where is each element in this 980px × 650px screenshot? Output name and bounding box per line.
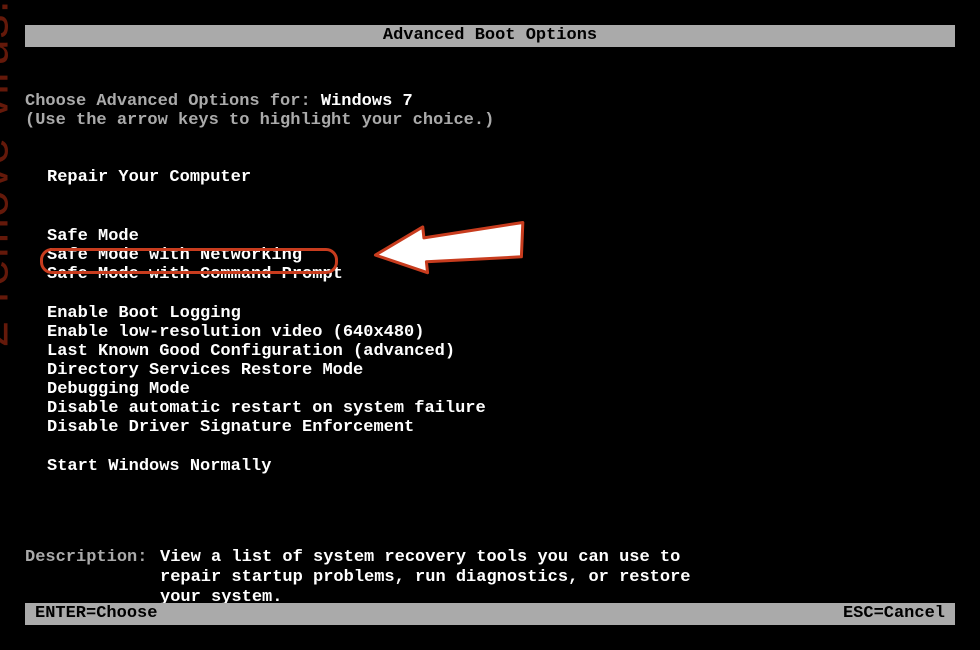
description-label: Description: (25, 548, 160, 608)
menu-debugging-mode[interactable]: Debugging Mode (47, 380, 955, 399)
footer-esc: ESC=Cancel (843, 604, 945, 624)
menu-disable-auto-restart[interactable]: Disable automatic restart on system fail… (47, 399, 955, 418)
menu-start-windows-normally[interactable]: Start Windows Normally (47, 457, 955, 476)
watermark-text: 2-remove-virus.com (0, 0, 20, 348)
normal-group: Start Windows Normally (47, 457, 955, 476)
arrow-keys-hint: (Use the arrow keys to highlight your ch… (25, 111, 955, 130)
menu-disable-driver-sig-enforce[interactable]: Disable Driver Signature Enforcement (47, 418, 955, 437)
footer-enter: ENTER=Choose (35, 604, 157, 624)
safe-mode-group: Safe Mode Safe Mode with Networking Safe… (47, 227, 955, 284)
content-area: Choose Advanced Options for: Windows 7 (… (25, 47, 955, 608)
description-row: Description: View a list of system recov… (25, 548, 955, 608)
title-bar: Advanced Boot Options (25, 25, 955, 47)
menu-enable-low-res-video[interactable]: Enable low-resolution video (640x480) (47, 323, 955, 342)
menu-safe-mode[interactable]: Safe Mode (47, 227, 955, 246)
menu-last-known-good-config[interactable]: Last Known Good Configuration (advanced) (47, 342, 955, 361)
menu-directory-services-restore[interactable]: Directory Services Restore Mode (47, 361, 955, 380)
repair-your-computer[interactable]: Repair Your Computer (47, 168, 955, 187)
menu-safe-mode-command-prompt[interactable]: Safe Mode with Command Prompt (47, 265, 955, 284)
options-group: Enable Boot Logging Enable low-resolutio… (47, 304, 955, 437)
choose-prefix: Choose Advanced Options for: (25, 92, 321, 111)
menu-enable-boot-logging[interactable]: Enable Boot Logging (47, 304, 955, 323)
menu-safe-mode-networking[interactable]: Safe Mode with Networking (47, 246, 955, 265)
boot-screen: Advanced Boot Options Choose Advanced Op… (25, 25, 955, 625)
choose-line: Choose Advanced Options for: Windows 7 (25, 92, 955, 111)
description-text: View a list of system recovery tools you… (160, 548, 710, 608)
footer-bar: ENTER=Choose ESC=Cancel (25, 603, 955, 625)
os-name: Windows 7 (321, 92, 413, 111)
